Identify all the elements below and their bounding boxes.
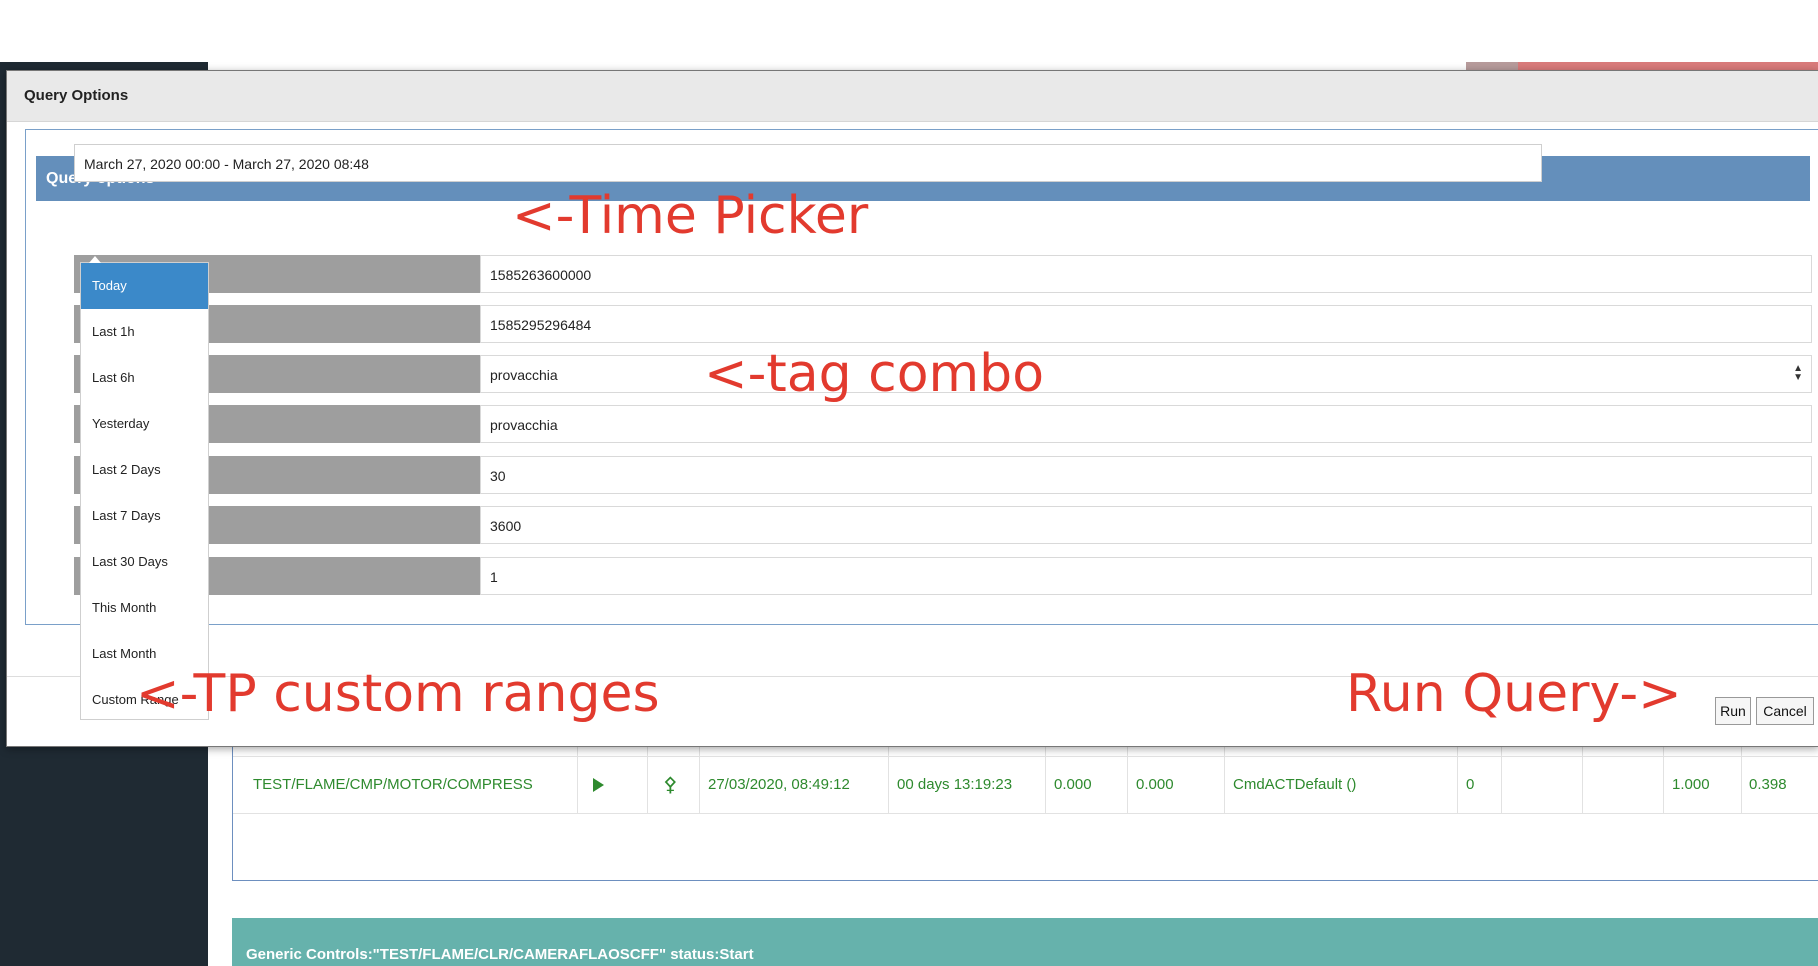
play-icon[interactable] <box>593 757 604 813</box>
tag-combo-value: provacchia <box>490 367 558 383</box>
annotation-tp-custom-ranges: <-TP custom ranges <box>136 664 660 724</box>
value: 0 <box>1466 776 1475 793</box>
range-last-7-days[interactable]: Last 7 Days <box>81 493 208 539</box>
dropdown-caret-icon <box>89 256 101 263</box>
range-last-6h[interactable]: Last 6h <box>81 355 208 401</box>
command: CmdACTDefault () <box>1233 776 1357 793</box>
range-last-30-days[interactable]: Last 30 Days <box>81 539 208 585</box>
value: 1.000 <box>1672 776 1710 793</box>
dialog-header: Query Options <box>7 71 1818 122</box>
field-input[interactable]: 1 <box>480 557 1812 595</box>
value: 0.398 <box>1749 776 1787 793</box>
field-input[interactable]: 30 <box>480 456 1812 494</box>
time-picker-ranges: Today Last 1h Last 6h Yesterday Last 2 D… <box>80 256 209 720</box>
field-row: 1585263600000 <box>74 255 1812 293</box>
start-timestamp-input[interactable]: 1585263600000 <box>480 255 1812 293</box>
annotation-run-query: Run Query-> <box>1346 664 1682 724</box>
dialog-title: Query Options <box>24 87 129 104</box>
select-arrows-icon: ▲ ▼ <box>1793 363 1803 383</box>
range-this-month[interactable]: This Month <box>81 585 208 631</box>
field-row: 3600 <box>74 506 1812 544</box>
generic-controls-title: Generic Controls:"TEST/FLAME/CLR/CAMERAF… <box>246 946 754 963</box>
range-last-1h[interactable]: Last 1h <box>81 309 208 355</box>
range-yesterday[interactable]: Yesterday <box>81 401 208 447</box>
field-row: 1585295296484 <box>74 305 1812 343</box>
usb-icon: ⚴ <box>663 774 678 796</box>
annotation-tag-combo: <-tag combo <box>704 344 1045 404</box>
uptime: 00 days 13:19:23 <box>897 776 1013 793</box>
range-last-2-days[interactable]: Last 2 Days <box>81 447 208 493</box>
field-input[interactable]: 3600 <box>480 506 1812 544</box>
annotation-time-picker: <-Time Picker <box>512 186 869 246</box>
end-timestamp-input[interactable]: 1585295296484 <box>480 305 1812 343</box>
tag-combo-select[interactable]: provacchia ▲ ▼ <box>480 355 1812 393</box>
value: 0.000 <box>1136 776 1174 793</box>
range-today[interactable]: Today <box>81 263 208 309</box>
generic-controls-bar: Generic Controls:"TEST/FLAME/CLR/CAMERAF… <box>232 918 1818 966</box>
value: 0.000 <box>1054 776 1092 793</box>
device-name[interactable]: TEST/FLAME/CMP/MOTOR/COMPRESS <box>253 757 533 813</box>
field-row: 1 <box>74 557 1812 595</box>
cancel-button[interactable]: Cancel <box>1756 697 1814 725</box>
timestamp: 27/03/2020, 08:49:12 <box>708 776 850 793</box>
field-row: 30 <box>74 456 1812 494</box>
table-row[interactable]: TEST/FLAME/CMP/MOTOR/COMPRESS ⚴ 27/03/20… <box>233 757 1818 813</box>
tag-input[interactable]: provacchia <box>480 405 1812 443</box>
field-row: provacchia <box>74 405 1812 443</box>
date-range-input[interactable]: March 27, 2020 00:00 - March 27, 2020 08… <box>74 144 1542 182</box>
run-button[interactable]: Run <box>1715 697 1751 725</box>
